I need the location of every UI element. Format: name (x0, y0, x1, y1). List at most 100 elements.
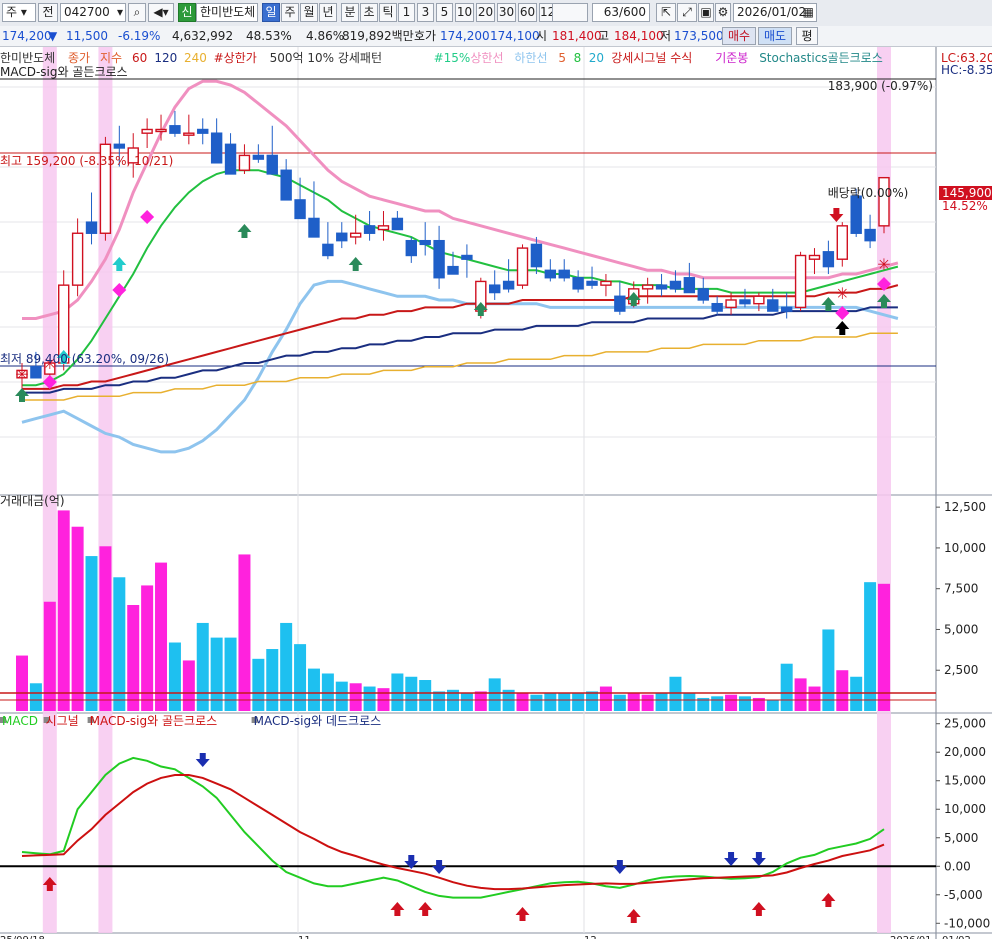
count-value: 63 (603, 5, 620, 19)
tool-icon[interactable]: ⤢ (677, 3, 697, 22)
high-price: 184,100 (614, 29, 664, 43)
interval-tab[interactable]: 3 (417, 3, 434, 22)
calendar-icon[interactable]: ▦ (803, 4, 814, 21)
candle-body (864, 228, 876, 242)
candle-body (780, 306, 793, 312)
period-tab[interactable]: 년 (319, 3, 337, 22)
candle-body (322, 243, 334, 257)
price-legend-item: #15% (434, 51, 471, 65)
toolbar: 주 ▾ 전 042700 ▾ ⌕ ◀▾ 신 한미반도체 일주월년분초틱 1 3 5 10… (0, 0, 992, 27)
chart-background (0, 47, 992, 939)
chevron-down-icon[interactable]: ▾ (117, 4, 123, 21)
stock-chart[interactable]: ✳✳✳✳한미반도체 종가 지수 60 120 240 #상한가 500억 10% 강세패턴 #1… (0, 47, 992, 939)
interval-tab[interactable]: 60 (518, 3, 537, 22)
candle-body (336, 232, 348, 242)
candle-body (822, 251, 835, 268)
volume-bar (864, 582, 877, 711)
macd-tick-label: -10,000 (944, 916, 990, 930)
volume-bar (43, 601, 56, 711)
volume-bar (627, 693, 640, 711)
candle-body (377, 225, 390, 231)
x-axis-end-label: 01/02 (942, 935, 971, 939)
period-tab[interactable]: 월 (300, 3, 318, 22)
candle-body (739, 299, 751, 305)
volume-bar (127, 605, 140, 711)
macd-tick-label: 0.00 (944, 859, 971, 873)
candle-body (711, 302, 723, 312)
macd-tick-label: 20,000 (944, 745, 986, 759)
volume-bar (878, 583, 890, 711)
interval-tab[interactable]: 10 (455, 3, 474, 22)
custom-interval[interactable] (552, 3, 588, 22)
volume-bar (738, 696, 751, 711)
save-icon[interactable]: ▣ (698, 3, 714, 22)
open-label: 시 (536, 29, 548, 43)
prev-button[interactable]: 전 (38, 3, 58, 22)
candle-body (489, 284, 501, 294)
code-input[interactable]: 042700 ▾ (60, 3, 126, 22)
volume-tick-label: 10,000 (944, 541, 986, 555)
volume-bar (141, 585, 154, 711)
period-tab[interactable]: 일 (262, 3, 280, 22)
candle-body (655, 284, 668, 290)
volume-bar (460, 693, 473, 711)
volume-bar (641, 694, 654, 711)
interval-tab[interactable]: 1 (398, 3, 415, 22)
candle-body (544, 269, 557, 279)
buy-button[interactable]: 매수 (722, 27, 756, 45)
price-legend-item: 5 (558, 51, 566, 65)
candle-body (808, 254, 821, 260)
price-legend-item: #상한가 (214, 51, 257, 65)
trade-amount: 819,892백만 (342, 29, 414, 43)
x-axis-label: 2026/01 (890, 935, 932, 939)
down-arrow-icon: ▼ (48, 29, 58, 43)
period-tab[interactable]: 틱 (379, 3, 397, 22)
interval-tab[interactable]: 30 (497, 3, 516, 22)
sell-button[interactable]: 매도 (758, 27, 792, 45)
interval-tab[interactable]: 5 (436, 3, 453, 22)
count-field[interactable]: 63/600 (592, 3, 650, 22)
gear-icon[interactable]: ⚙ (715, 3, 731, 22)
volume-bar (363, 686, 376, 711)
stock-name[interactable]: 한미반도체 (196, 3, 258, 22)
date-field[interactable]: 2026/01/02 ▦ (733, 3, 817, 22)
bid-price: 174,100 (490, 29, 540, 43)
period-tab[interactable]: 분 (341, 3, 359, 22)
volume-bar (321, 673, 334, 711)
candle-body (725, 299, 737, 309)
volume-bar (683, 693, 696, 711)
volume-bar (280, 622, 293, 711)
candle-body (141, 128, 153, 134)
price-change: 11,500 (66, 29, 108, 43)
candle-body (30, 365, 42, 379)
candle (516, 244, 529, 289)
zoom-in-icon[interactable]: ⇱ (656, 3, 676, 22)
volume-bar (586, 691, 599, 711)
macd-cross-legend: MACD-sig와 골든크로스 (0, 65, 128, 79)
volume-tick-label: 7,500 (944, 582, 978, 596)
price-legend-item: 120 (154, 51, 177, 65)
quote-bar: 174,200 ▼ 11,500 -6.19% 4,632,992 48.53%… (0, 26, 992, 47)
macd-legend-item: 시그널 (46, 714, 79, 728)
macd-legend-item: MACD-sig와 데드크로스 (254, 714, 382, 728)
candle-body (600, 280, 612, 286)
volume-bar (711, 696, 724, 711)
candle-body (252, 154, 265, 160)
price-legend-item: 한미반도체 (0, 51, 55, 65)
volume: 4,632,992 (172, 29, 234, 43)
ask-price: 174,200 (440, 29, 490, 43)
speaker-icon[interactable]: ◀▾ (148, 3, 174, 22)
candle-body (419, 239, 431, 246)
volume-bar (57, 510, 70, 711)
candle-body (461, 254, 473, 260)
average-button[interactable]: 평 (796, 27, 818, 45)
price-legend-item: 상한선 (470, 51, 503, 65)
search-icon[interactable]: ⌕ (128, 3, 146, 22)
market-select[interactable]: 주 ▾ (2, 3, 36, 22)
period-tab[interactable]: 주 (281, 3, 299, 22)
candle-body (183, 132, 195, 136)
ask-label: 호가 (414, 29, 437, 43)
period-tab[interactable]: 초 (360, 3, 378, 22)
price-legend-item: 지수 (100, 51, 122, 65)
interval-tab[interactable]: 20 (476, 3, 495, 22)
